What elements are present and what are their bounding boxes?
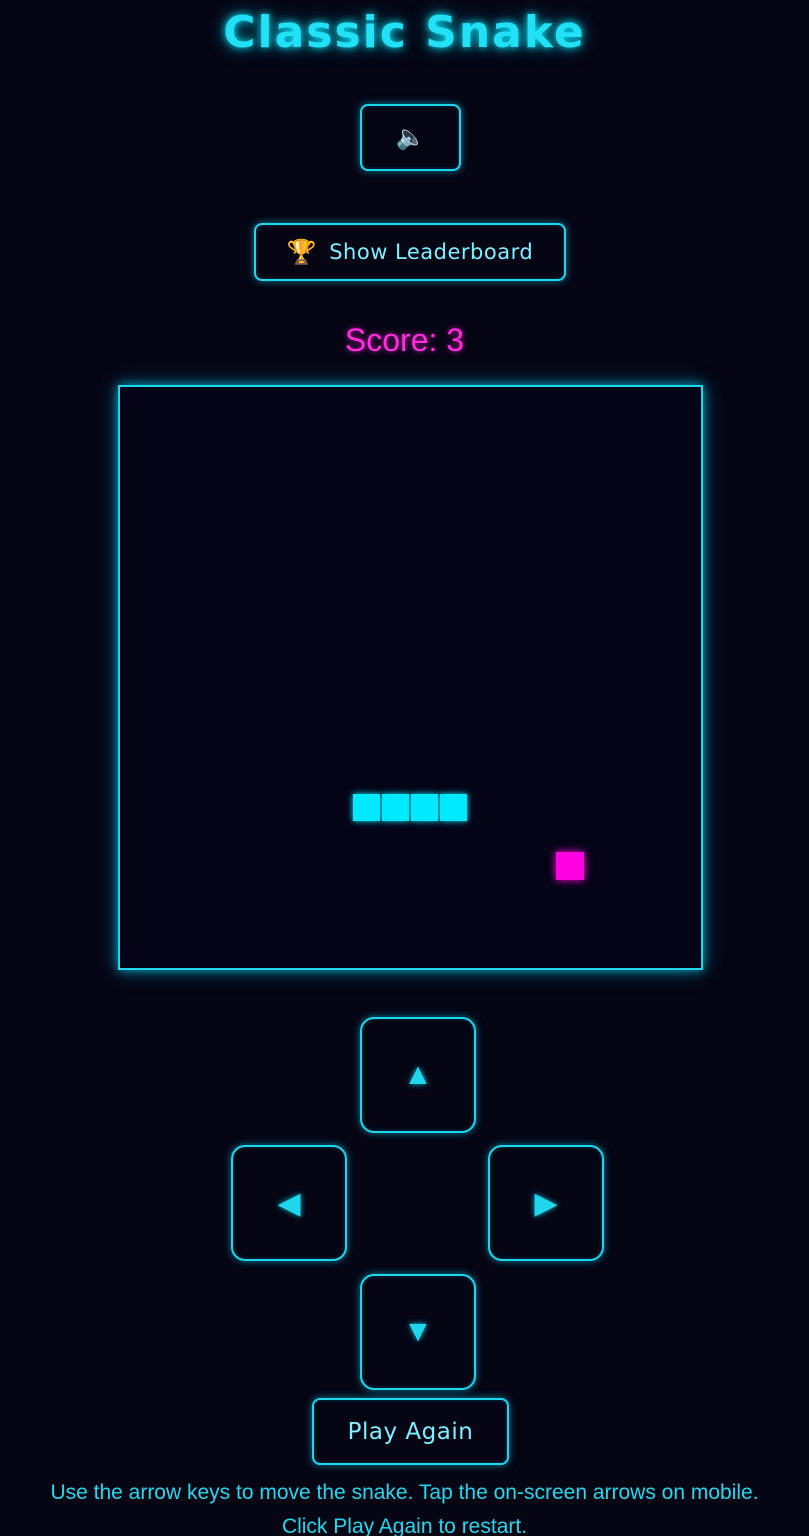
down-arrow-icon: ▼ [403,1315,433,1348]
score-display: Score: 3 [344,322,465,358]
down-arrow-button[interactable]: ▼ [360,1274,476,1390]
up-arrow-icon: ▲ [403,1058,433,1091]
food-pellet [556,851,585,880]
show-leaderboard-button[interactable]: 🏆 Show Leaderboard [254,223,566,281]
game-page: Classic Snake 🔈 🏆 Show Leaderboard Score… [0,0,809,1536]
leaderboard-label: Show Leaderboard [329,240,534,264]
left-arrow-icon: ◀ [277,1186,301,1220]
right-arrow-button[interactable]: ▶ [488,1145,604,1261]
instructions-text: Use the arrow keys to move the snake. Ta… [0,1476,809,1536]
snake-head [440,793,468,821]
snake-segment [352,793,380,821]
speaker-icon: 🔈 [395,124,426,151]
up-arrow-button[interactable]: ▲ [360,1017,476,1133]
game-title: Classic Snake [223,7,586,58]
game-board [118,385,703,970]
snake-segment [381,793,409,821]
sound-toggle-button[interactable]: 🔈 [360,104,461,171]
snake-segment [411,793,439,821]
trophy-icon: 🏆 [286,238,318,266]
instructions-line-1: Use the arrow keys to move the snake. Ta… [50,1481,759,1504]
play-again-button[interactable]: Play Again [312,1398,509,1465]
left-arrow-button[interactable]: ◀ [231,1145,347,1261]
right-arrow-icon: ▶ [534,1186,558,1220]
instructions-line-2: Click Play Again to restart. [281,1515,528,1536]
